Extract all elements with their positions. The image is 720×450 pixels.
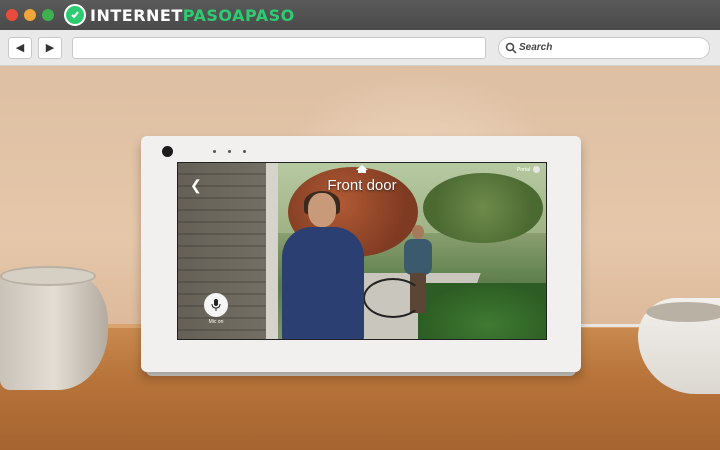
ceramic-pot (0, 272, 108, 390)
mic-button[interactable] (204, 293, 228, 317)
logo-icon (64, 4, 86, 26)
maximize-window-button[interactable] (42, 9, 54, 21)
mic-label: Mic on (208, 319, 224, 325)
profile-avatar[interactable] (533, 166, 540, 173)
smart-display-device: ❮ Portal Front door Mic on (141, 136, 581, 372)
screen-title: Front door (327, 177, 397, 194)
window-titlebar: INTERNETPASOAPASO (0, 0, 720, 30)
back-button[interactable]: ◀ (8, 36, 32, 59)
device-screen: ❮ Portal Front door Mic on (177, 162, 547, 340)
search-icon (505, 42, 517, 54)
person-at-door (278, 191, 368, 339)
minimize-window-button[interactable] (24, 9, 36, 21)
product-photo: ❮ Portal Front door Mic on (0, 66, 720, 450)
microphone-array (213, 150, 246, 153)
logo-text: INTERNETPASOAPASO (90, 5, 295, 25)
close-window-button[interactable] (6, 9, 18, 21)
home-icon[interactable] (356, 165, 368, 173)
forward-arrow-icon: ▶ (45, 42, 55, 54)
bicycle (363, 278, 423, 318)
status-text: Portal (516, 166, 530, 173)
microphone-icon (211, 299, 221, 311)
address-bar[interactable] (72, 36, 486, 59)
bowl-inside (646, 302, 720, 322)
power-cable (580, 324, 642, 327)
camera-icon (162, 146, 173, 157)
window-controls (6, 9, 54, 21)
search-placeholder: Search (519, 42, 553, 53)
pot-rim (0, 266, 96, 286)
search-input[interactable]: Search (498, 36, 710, 59)
site-logo[interactable]: INTERNETPASOAPASO (64, 3, 295, 27)
screen-status: Portal (517, 166, 540, 173)
back-arrow-icon: ◀ (15, 42, 25, 54)
browser-toolbar: ◀ ▶ Search (0, 30, 720, 66)
forward-button[interactable]: ▶ (38, 36, 62, 59)
